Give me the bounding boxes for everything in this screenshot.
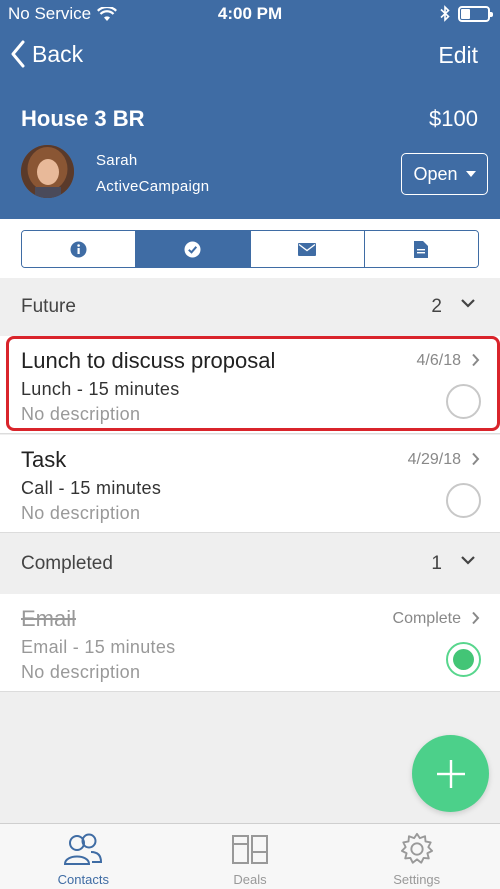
task-description: No description <box>21 503 141 523</box>
chevron-left-icon <box>11 40 25 68</box>
add-task-button[interactable] <box>412 735 489 812</box>
task-complete-checkbox[interactable] <box>446 384 481 419</box>
task-complete-checkbox[interactable] <box>446 642 481 677</box>
section-label: Completed <box>21 553 113 574</box>
task-type: Email - 15 minutes <box>21 637 176 657</box>
contacts-icon <box>64 833 103 865</box>
edit-button[interactable]: Edit <box>438 42 478 69</box>
deal-status-dropdown[interactable]: Open <box>401 153 488 195</box>
document-icon <box>414 240 429 258</box>
clock: 4:00 PM <box>217 4 283 23</box>
segmented-control-bar <box>0 219 500 278</box>
tab-settings[interactable]: Settings <box>333 824 500 889</box>
task-description: No description <box>21 662 141 682</box>
section-label: Future <box>21 296 76 317</box>
task-status: Complete <box>392 610 461 627</box>
section-header-future[interactable]: Future 2 <box>0 278 500 336</box>
task-title: Lunch to discuss proposal <box>21 348 276 373</box>
nav-bar: Back Edit <box>0 38 500 74</box>
chevron-down-icon[interactable] <box>460 555 476 565</box>
deal-header: No Service 4:00 PM Back Edit House 3 BR … <box>0 0 500 219</box>
task-row-email[interactable]: Email Complete Email - 15 minutes No des… <box>0 594 500 692</box>
segment-notes[interactable] <box>364 231 478 267</box>
deal-title: House 3 BR <box>21 106 145 131</box>
info-icon <box>70 241 87 257</box>
section-header-completed[interactable]: Completed 1 <box>0 535 500 593</box>
chevron-right-icon <box>472 452 480 466</box>
task-type: Lunch - 15 minutes <box>21 379 180 399</box>
avatar[interactable] <box>21 145 74 198</box>
contact-name[interactable]: Sarah <box>96 152 138 169</box>
segment-info[interactable] <box>22 231 137 267</box>
contact-photo <box>21 145 74 198</box>
chevron-right-icon <box>472 353 480 367</box>
deal-status-label: Open <box>413 163 458 184</box>
status-bar: No Service 4:00 PM <box>0 0 500 28</box>
bluetooth-icon <box>440 5 450 22</box>
tab-label: Contacts <box>57 872 109 887</box>
task-type: Call - 15 minutes <box>21 478 162 498</box>
envelope-icon <box>298 242 317 256</box>
tab-deals[interactable]: Deals <box>167 824 334 889</box>
segment-tasks[interactable] <box>136 231 251 267</box>
tab-bar: Contacts Deals Settings <box>0 823 500 889</box>
section-count: 2 <box>431 296 442 317</box>
contact-organization[interactable]: ActiveCampaign <box>96 178 209 195</box>
task-title: Task <box>21 447 67 472</box>
task-row-call[interactable]: Task 4/29/18 Call - 15 minutes No descri… <box>0 435 500 533</box>
tab-contacts[interactable]: Contacts <box>0 824 167 889</box>
task-date: 4/29/18 <box>407 451 461 468</box>
back-label: Back <box>32 40 84 67</box>
back-button[interactable]: Back <box>10 40 83 68</box>
task-title: Email <box>21 606 77 631</box>
task-row-lunch[interactable]: Lunch to discuss proposal 4/6/18 Lunch -… <box>0 336 500 434</box>
chevron-down-icon[interactable] <box>460 298 476 308</box>
tab-label: Settings <box>393 872 441 887</box>
chevron-right-icon <box>472 611 480 625</box>
section-count: 1 <box>431 553 442 574</box>
segment-email[interactable] <box>250 231 365 267</box>
segmented-control <box>21 230 479 268</box>
task-description: No description <box>21 404 141 424</box>
deals-icon <box>232 835 268 864</box>
tab-label: Deals <box>233 872 267 887</box>
check-circle-icon <box>184 241 201 257</box>
task-complete-checkbox[interactable] <box>446 483 481 518</box>
gear-icon <box>400 832 433 864</box>
deal-value: $100 <box>429 106 478 131</box>
task-date: 4/6/18 <box>416 352 461 369</box>
battery-icon <box>458 5 493 22</box>
plus-icon <box>436 759 465 788</box>
caret-down-icon <box>465 171 476 177</box>
